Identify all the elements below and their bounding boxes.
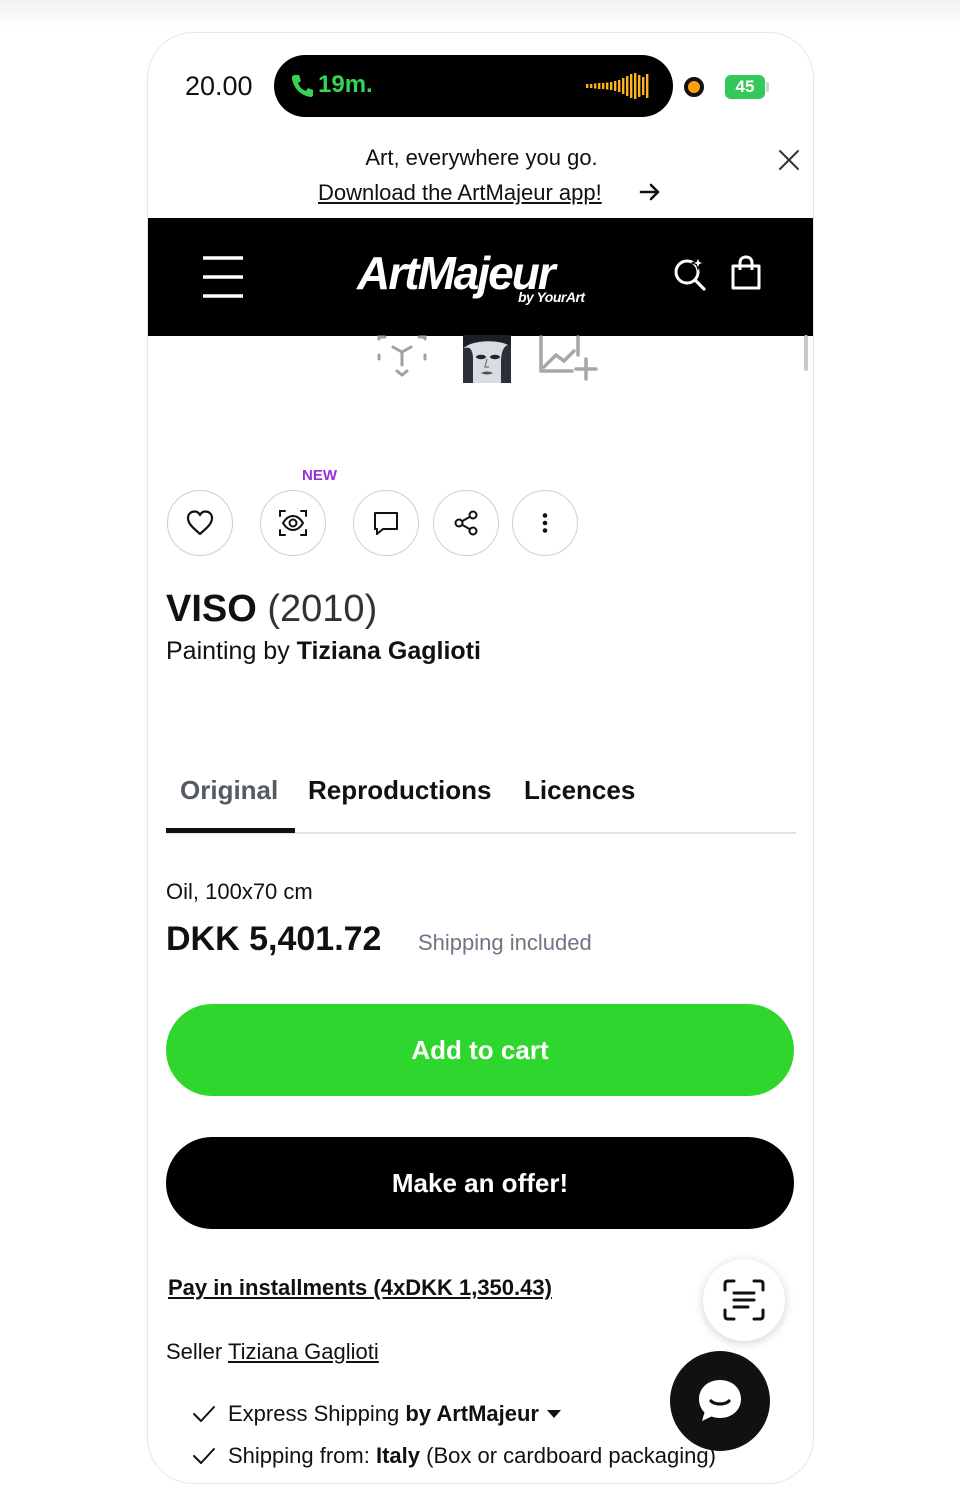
artwork-thumbnail[interactable] xyxy=(463,335,511,383)
phone-screen: 20.00 19m. 45 Art, everywhere you go. Do… xyxy=(147,32,814,1484)
more-options-button[interactable] xyxy=(512,490,578,556)
check-icon xyxy=(193,1448,215,1464)
check-icon xyxy=(193,1406,215,1422)
battery-indicator: 45 xyxy=(725,75,765,99)
call-duration: 19m. xyxy=(318,71,373,98)
express-shipping-row[interactable]: Express Shipping by ArtMajeur xyxy=(192,1401,561,1427)
caret-down-icon[interactable] xyxy=(547,1410,561,1418)
shipping-included-note: Shipping included xyxy=(418,930,592,955)
artwork-year: (2010) xyxy=(267,588,378,630)
more-vertical-icon xyxy=(542,513,548,533)
phone-call-icon xyxy=(292,75,313,97)
site-header: ArtMajeur by YourArt xyxy=(148,218,813,336)
dynamic-island[interactable]: 19m. xyxy=(274,55,673,117)
arrow-right-icon[interactable] xyxy=(638,180,662,204)
recording-indicator xyxy=(684,77,704,97)
artwork-name: VISO xyxy=(166,588,257,630)
add-image-icon[interactable] xyxy=(538,335,598,381)
comment-icon xyxy=(374,512,398,535)
scan-text-icon xyxy=(723,1279,765,1321)
express-shipping-label: Express Shipping xyxy=(228,1401,400,1426)
comment-button[interactable] xyxy=(353,490,419,556)
audio-wave-icon xyxy=(586,73,649,99)
app-banner-tagline: Art, everywhere you go. xyxy=(365,145,598,170)
shipping-origin-row: Shipping from: Italy (Box or cardboard p… xyxy=(192,1443,716,1469)
portrait-thumbnail-image xyxy=(463,335,511,383)
heart-icon xyxy=(186,510,214,536)
artwork-medium-size: Oil, 100x70 cm xyxy=(166,879,313,904)
eye-scan-icon xyxy=(279,510,307,536)
status-time: 20.00 xyxy=(185,71,253,101)
artwork-title: VISO (2010) xyxy=(166,588,377,631)
artwork-subtitle: Painting by Tiziana Gaglioti xyxy=(166,637,481,666)
category-prefix: Painting by xyxy=(166,637,290,665)
add-to-cart-button[interactable]: Add to cart xyxy=(166,1004,794,1096)
chat-button[interactable] xyxy=(670,1351,770,1451)
view-in-room-button[interactable] xyxy=(260,490,326,556)
top-fade xyxy=(0,0,960,30)
tab-licences[interactable]: Licences xyxy=(524,775,635,806)
favorite-button[interactable] xyxy=(167,490,233,556)
artist-name[interactable]: Tiziana Gaglioti xyxy=(297,637,481,665)
download-app-link[interactable]: Download the ArtMajeur app! xyxy=(318,180,602,206)
shipping-country: Italy xyxy=(375,1443,421,1468)
tab-reproductions[interactable]: Reproductions xyxy=(308,775,491,806)
make-offer-button[interactable]: Make an offer! xyxy=(166,1137,794,1229)
scrollbar-thumb[interactable] xyxy=(804,335,808,371)
view-in-ar-icon[interactable] xyxy=(377,335,427,377)
hamburger-menu-icon[interactable] xyxy=(203,255,243,299)
pay-installments-link[interactable]: Pay in installments (4xDKK 1,350.43) xyxy=(168,1275,552,1301)
packaging-note: (Box or cardboard packaging) xyxy=(426,1443,716,1468)
shopping-bag-icon[interactable] xyxy=(729,255,763,291)
express-shipping-provider: by ArtMajeur xyxy=(405,1401,539,1426)
price: DKK 5,401.72 xyxy=(166,920,382,958)
share-icon xyxy=(454,510,478,536)
active-tab-indicator xyxy=(166,828,295,833)
seller-line: Seller Tiziana Gaglioti xyxy=(166,1339,379,1365)
close-icon[interactable] xyxy=(777,148,801,172)
chat-bubble-icon xyxy=(699,1380,741,1421)
shipping-from-label: Shipping from: xyxy=(228,1443,370,1468)
tab-original[interactable]: Original xyxy=(180,775,278,806)
battery-nub xyxy=(766,82,769,92)
ai-search-icon[interactable] xyxy=(672,255,708,291)
seller-link[interactable]: Tiziana Gaglioti xyxy=(228,1339,379,1364)
share-button[interactable] xyxy=(433,490,499,556)
new-badge: NEW xyxy=(302,467,337,484)
logo-subtitle: by YourArt xyxy=(518,289,585,305)
seller-label: Seller xyxy=(166,1339,223,1364)
scan-artwork-button[interactable] xyxy=(703,1259,785,1341)
